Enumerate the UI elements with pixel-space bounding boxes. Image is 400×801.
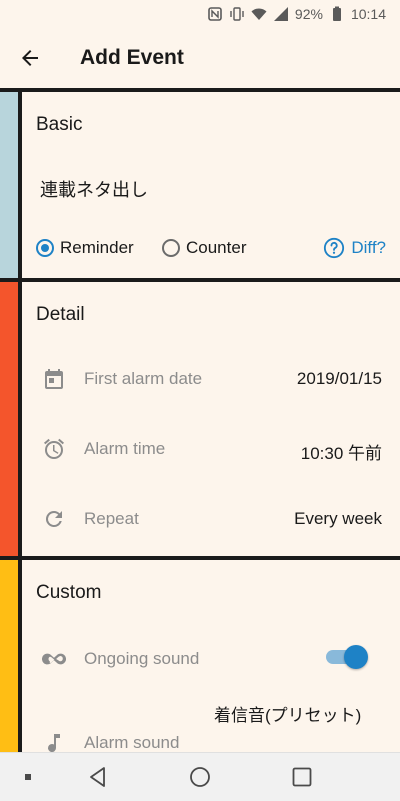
alarm-sound-label: Alarm sound (84, 733, 180, 752)
radio-checked-icon (36, 239, 54, 257)
status-time: 10:14 (350, 6, 386, 22)
diff-label: Diff? (351, 238, 386, 257)
radio-counter-label: Counter (186, 238, 247, 257)
nav-back-button[interactable] (86, 765, 110, 789)
app-bar: Add Event (0, 28, 400, 88)
toggle-knob (344, 645, 368, 669)
detail-heading: Detail (36, 304, 85, 325)
alarm-clock-icon (42, 437, 66, 461)
repeat-row[interactable]: Repeat Every week (36, 504, 382, 534)
ongoing-sound-row[interactable]: Ongoing sound (36, 644, 382, 674)
basic-section: Basic 連載ネタ出し Reminder Counter Diff? (0, 88, 400, 280)
nfc-icon (207, 6, 223, 22)
alarm-time-label: Alarm time (84, 439, 166, 458)
first-alarm-date-row[interactable]: First alarm date 2019/01/15 (36, 364, 382, 394)
recents-dot-icon (25, 774, 31, 780)
battery-percent: 92% (294, 6, 323, 22)
first-alarm-date-value: 2019/01/15 (296, 369, 382, 388)
alarm-time-row[interactable]: Alarm time 10:30 午前 (36, 434, 382, 464)
custom-heading: Custom (36, 582, 102, 603)
first-alarm-date-label: First alarm date (84, 369, 203, 388)
detail-top-border (0, 278, 400, 282)
ongoing-sound-toggle[interactable] (326, 645, 368, 669)
help-circle-icon (324, 237, 345, 259)
custom-section: Custom Ongoing sound Alarm sound 着信音(プリセ… (0, 556, 400, 756)
arrow-back-icon (22, 50, 38, 66)
radio-reminder-label: Reminder (60, 238, 134, 257)
navigation-bar (0, 752, 400, 801)
repeat-label: Repeat (84, 509, 139, 528)
radio-counter[interactable]: Counter (162, 236, 246, 260)
back-triangle-icon (90, 767, 105, 787)
radio-reminder[interactable]: Reminder (36, 236, 134, 260)
calendar-icon (42, 367, 66, 391)
repeat-value: Every week (294, 509, 382, 528)
detail-color-strip (0, 278, 18, 558)
wifi-icon (251, 6, 267, 22)
overview-square-icon (292, 767, 312, 787)
detail-section: Detail First alarm date 2019/01/15 Alarm… (0, 278, 400, 558)
page-title: Add Event (80, 46, 184, 69)
back-button[interactable] (14, 42, 46, 74)
repeat-icon (42, 507, 66, 531)
status-bar: 92% 10:14 (0, 0, 400, 28)
battery-icon (329, 6, 345, 22)
basic-top-border (0, 88, 400, 92)
nav-home-button[interactable] (188, 765, 212, 789)
alarm-time-value: 10:30 午前 (300, 444, 382, 463)
status-icons: 92% 10:14 (207, 5, 386, 23)
vibrate-icon (229, 6, 245, 22)
radio-unchecked-icon (162, 239, 180, 257)
detail-divider (18, 278, 22, 558)
basic-color-strip (0, 88, 18, 280)
home-circle-icon (190, 767, 210, 787)
custom-divider (18, 556, 22, 756)
signal-icon (273, 6, 289, 22)
ongoing-sound-label: Ongoing sound (84, 649, 200, 668)
custom-top-border (0, 556, 400, 560)
basic-divider (18, 88, 22, 280)
diff-help-link[interactable]: Diff? (323, 236, 386, 260)
infinity-icon (42, 647, 66, 671)
event-type-radio-group: Reminder Counter Diff? (36, 236, 386, 260)
recents-dot-button[interactable] (16, 765, 40, 789)
event-name-field[interactable]: 連載ネタ出し (40, 176, 148, 202)
basic-heading: Basic (36, 114, 83, 135)
alarm-sound-value: 着信音(プリセット) (214, 706, 362, 725)
custom-color-strip (0, 556, 18, 756)
nav-overview-button[interactable] (290, 765, 314, 789)
